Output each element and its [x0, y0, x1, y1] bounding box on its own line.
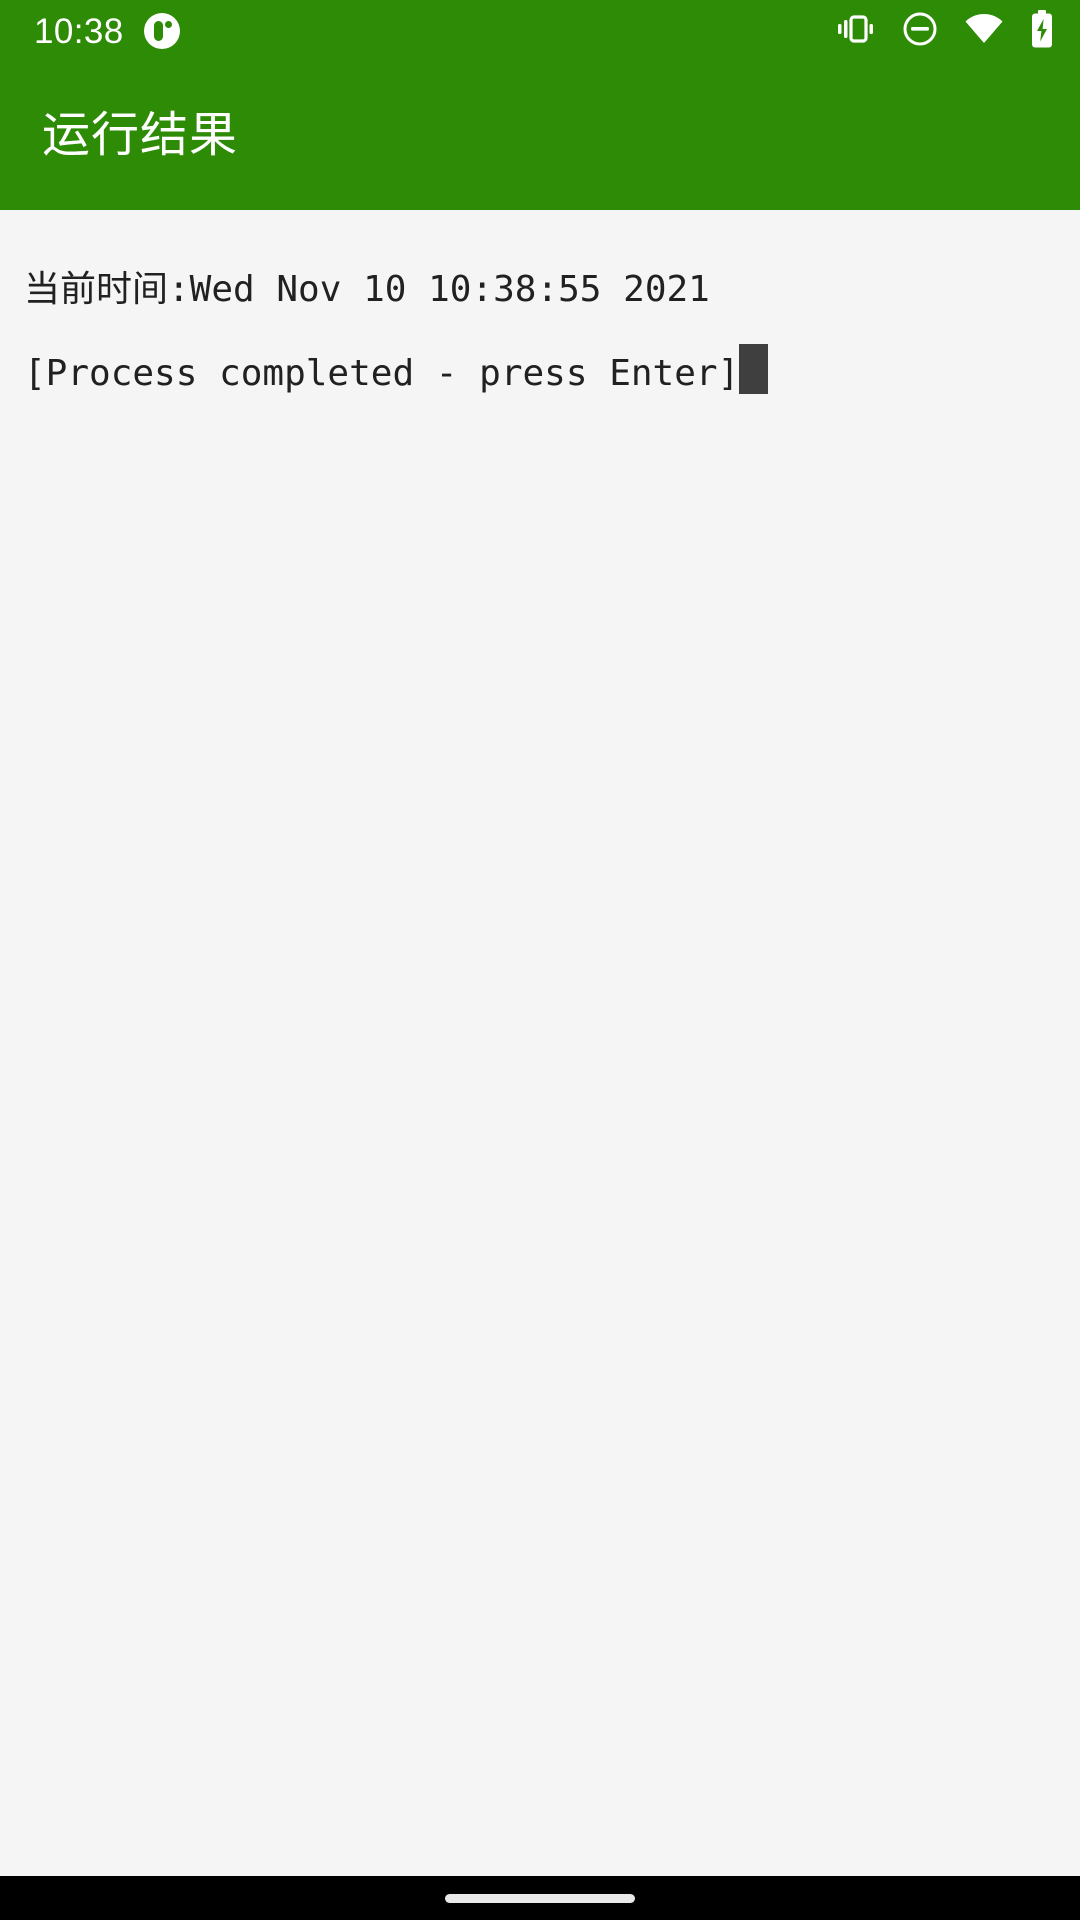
status-bar-left-group: 10:38	[34, 13, 180, 49]
page-title: 运行结果	[42, 109, 239, 162]
console-line-current-time: 当前时间:Wed Nov 10 10:38:55 2021	[24, 269, 710, 310]
home-gesture-pill[interactable]	[445, 1893, 635, 1903]
status-bar-right-group	[836, 9, 1054, 53]
console-line-process-completed: [Process completed - press Enter]	[24, 332, 1080, 416]
vibrate-icon	[836, 13, 876, 50]
system-navigation-bar	[0, 1876, 1080, 1920]
status-bar: 10:38	[0, 0, 1080, 62]
phone-screen: 10:38 运行结果 当前时间:Wed Nov 10 10:38:55 2021…	[0, 0, 1080, 1920]
battery-charging-icon	[1030, 9, 1054, 53]
console-line-text: [Process completed - press Enter]	[24, 353, 740, 394]
wifi-icon	[964, 13, 1004, 50]
app-bar: 运行结果	[0, 62, 1080, 210]
status-bar-clock: 10:38	[34, 11, 124, 51]
console-output-area[interactable]: 当前时间:Wed Nov 10 10:38:55 2021 [Process c…	[0, 210, 1080, 1876]
do-not-disturb-icon	[902, 11, 938, 52]
app-notification-badge-icon	[143, 13, 180, 49]
terminal-cursor-block	[739, 344, 769, 394]
